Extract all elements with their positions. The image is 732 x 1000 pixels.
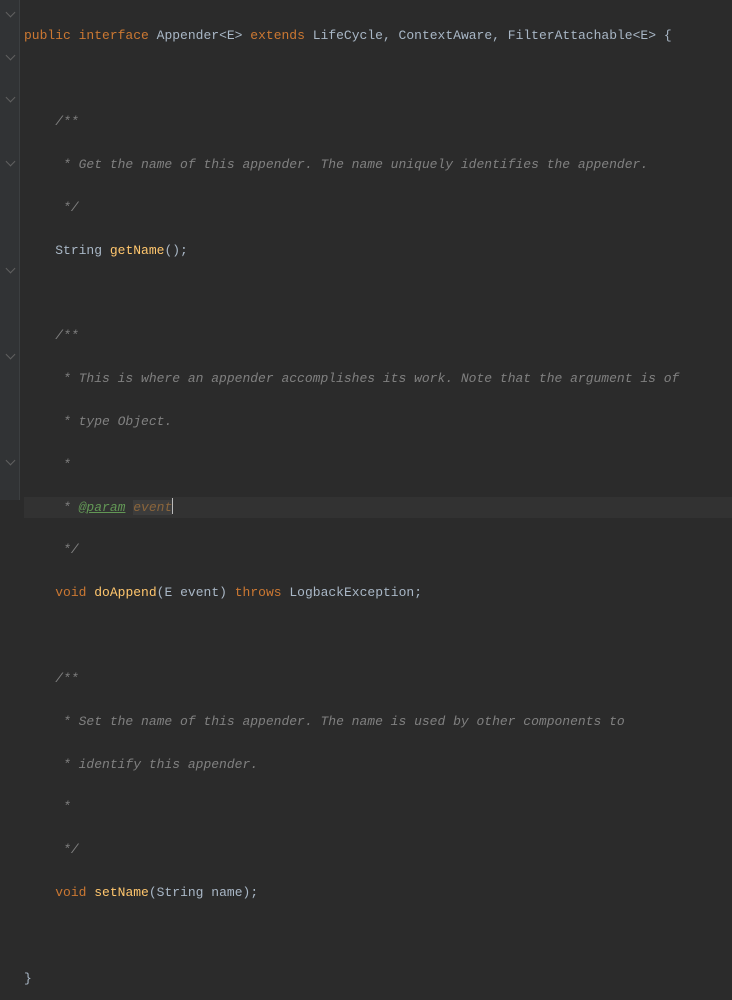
code-line: } — [24, 968, 732, 989]
javadoc: * identify this appender. — [55, 757, 258, 772]
fold-marker-icon[interactable] — [6, 350, 16, 360]
code-line — [24, 68, 732, 89]
javadoc-param: event — [133, 500, 172, 515]
fold-marker-icon[interactable] — [6, 456, 16, 466]
code-line: * identify this appender. — [24, 754, 732, 775]
javadoc: */ — [55, 842, 78, 857]
type-name: ContextAware — [399, 28, 493, 43]
fold-marker-icon[interactable] — [6, 157, 16, 167]
code-line: /** — [24, 668, 732, 689]
javadoc: /** — [55, 328, 78, 343]
javadoc: * — [55, 799, 71, 814]
code-line: String getName(); — [24, 240, 732, 261]
code-line: public interface Appender<E> extends Lif… — [24, 25, 732, 46]
code-line: /** — [24, 325, 732, 346]
javadoc: /** — [55, 114, 78, 129]
code-line: void setName(String name); — [24, 882, 732, 903]
code-line: * — [24, 796, 732, 817]
code-line: * This is where an appender accomplishes… — [24, 368, 732, 389]
type-name: LifeCycle — [313, 28, 383, 43]
code-line — [24, 625, 732, 646]
keyword: throws — [235, 585, 282, 600]
javadoc: * type Object. — [55, 414, 172, 429]
code-line — [24, 282, 732, 303]
keyword: public — [24, 28, 71, 43]
param-type: String — [157, 885, 204, 900]
generic: <E> — [219, 28, 242, 43]
type-name: FilterAttachable — [508, 28, 633, 43]
gutter — [0, 0, 20, 500]
fold-marker-icon[interactable] — [6, 8, 16, 18]
javadoc: */ — [55, 542, 78, 557]
return-type: String — [55, 243, 102, 258]
code-line: * Set the name of this appender. The nam… — [24, 711, 732, 732]
javadoc: * Set the name of this appender. The nam… — [55, 714, 625, 729]
code-line: */ — [24, 839, 732, 860]
param-name: event — [180, 585, 219, 600]
code-line: */ — [24, 197, 732, 218]
code-editor[interactable]: public interface Appender<E> extends Lif… — [24, 4, 732, 1000]
javadoc: * This is where an appender accomplishes… — [55, 371, 679, 386]
code-line — [24, 925, 732, 946]
fold-marker-icon[interactable] — [6, 51, 16, 61]
signature: (); — [164, 243, 187, 258]
code-line: * Get the name of this appender. The nam… — [24, 154, 732, 175]
javadoc: * — [55, 457, 71, 472]
type-name: Appender — [157, 28, 219, 43]
javadoc: /** — [55, 671, 78, 686]
javadoc: * — [55, 500, 78, 515]
keyword: void — [55, 585, 86, 600]
generic: <E> — [633, 28, 656, 43]
code-line: */ — [24, 539, 732, 560]
method-name: getName — [110, 243, 165, 258]
param-name: name — [211, 885, 242, 900]
exception-type: LogbackException — [289, 585, 414, 600]
code-line: void doAppend(E event) throws LogbackExc… — [24, 582, 732, 603]
javadoc-tag: @param — [79, 500, 126, 515]
method-name: setName — [94, 885, 149, 900]
code-line: * — [24, 454, 732, 475]
brace: } — [24, 971, 32, 986]
param-type: E — [164, 585, 172, 600]
keyword: void — [55, 885, 86, 900]
keyword: extends — [250, 28, 305, 43]
brace: { — [664, 28, 672, 43]
code-line: /** — [24, 111, 732, 132]
code-line: * type Object. — [24, 411, 732, 432]
keyword: interface — [79, 28, 149, 43]
fold-marker-icon[interactable] — [6, 93, 16, 103]
text-cursor — [172, 498, 173, 514]
javadoc: * Get the name of this appender. The nam… — [55, 157, 648, 172]
method-name: doAppend — [94, 585, 156, 600]
fold-marker-icon[interactable] — [6, 264, 16, 274]
javadoc: */ — [55, 200, 78, 215]
